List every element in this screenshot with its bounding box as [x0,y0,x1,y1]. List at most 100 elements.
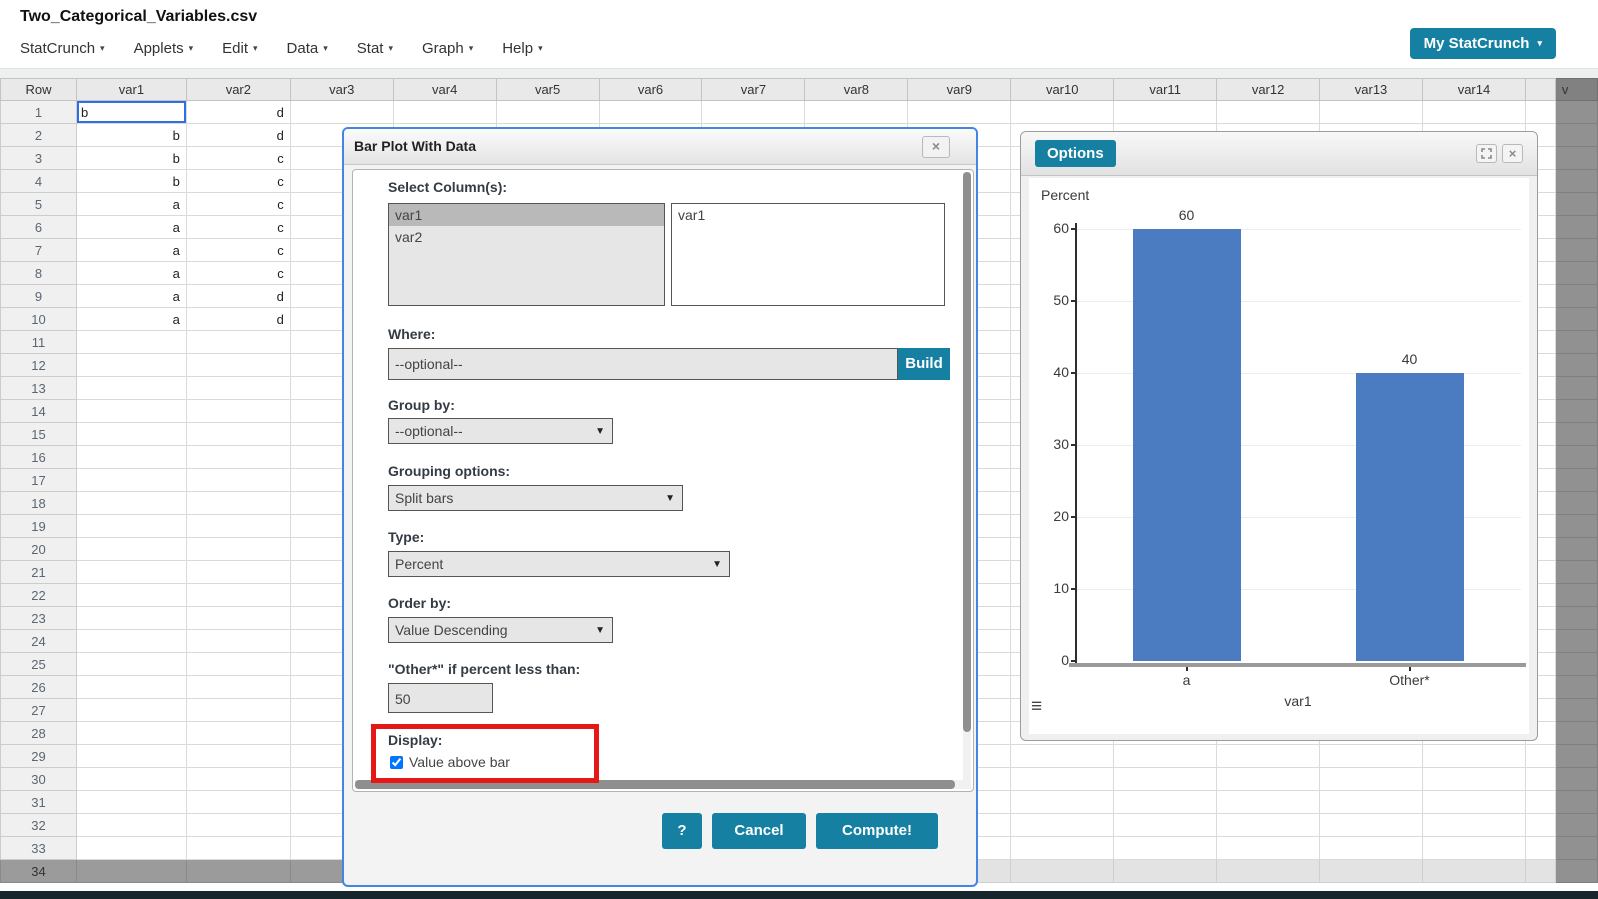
cell[interactable] [1555,607,1597,630]
cell[interactable] [1555,814,1597,837]
cell[interactable] [1555,653,1597,676]
chart-window-titlebar[interactable]: Options × [1021,132,1537,176]
cell[interactable] [76,446,186,469]
cell[interactable] [76,791,186,814]
cell[interactable] [1555,699,1597,722]
cell[interactable] [76,377,186,400]
type-select[interactable]: Percent▼ [388,551,730,577]
cell[interactable]: c [186,262,290,285]
cell[interactable] [186,768,290,791]
column-header-var9[interactable]: var9 [908,79,1011,101]
cell[interactable] [1555,791,1597,814]
cell[interactable] [1555,193,1597,216]
row-number[interactable]: 17 [1,469,77,492]
cell[interactable] [1555,331,1597,354]
row-number[interactable]: 21 [1,561,77,584]
cell[interactable] [1423,860,1526,883]
cell[interactable] [1555,584,1597,607]
cell[interactable] [76,354,186,377]
other-threshold-input[interactable]: 50 [388,683,493,713]
cell[interactable] [599,101,702,124]
row-number[interactable]: 25 [1,653,77,676]
row-number[interactable]: 20 [1,538,77,561]
build-button[interactable]: Build [898,348,950,380]
cell[interactable] [1423,837,1526,860]
cell[interactable] [1555,216,1597,239]
column-header-var13[interactable]: var13 [1320,79,1423,101]
cell[interactable] [186,584,290,607]
cell[interactable]: d [186,101,290,124]
cell[interactable] [1525,814,1555,837]
cell[interactable]: a [76,239,186,262]
cell[interactable] [1217,101,1320,124]
cell[interactable]: b [76,147,186,170]
cell[interactable] [1114,768,1217,791]
cell[interactable] [76,653,186,676]
row-number[interactable]: 4 [1,170,77,193]
row-number[interactable]: 3 [1,147,77,170]
cell[interactable] [1555,377,1597,400]
row-number[interactable]: 23 [1,607,77,630]
cell[interactable] [1011,814,1114,837]
cell[interactable] [290,101,393,124]
group-by-select[interactable]: --optional--▼ [388,418,613,444]
order-by-select[interactable]: Value Descending▼ [388,617,613,643]
cell[interactable]: d [186,285,290,308]
cell[interactable] [1555,745,1597,768]
cell[interactable] [1555,147,1597,170]
cell[interactable] [186,400,290,423]
row-number[interactable]: 9 [1,285,77,308]
cell[interactable] [76,331,186,354]
menu-item-applets[interactable]: Applets▾ [134,40,194,57]
cell[interactable] [186,722,290,745]
cell[interactable] [1114,791,1217,814]
cell[interactable] [1525,860,1555,883]
cell[interactable] [1011,791,1114,814]
row-number[interactable]: 6 [1,216,77,239]
cell[interactable] [1423,101,1526,124]
row-number[interactable]: 34 [1,860,77,883]
row-number[interactable]: 18 [1,492,77,515]
cell[interactable] [1423,791,1526,814]
cell[interactable] [1525,768,1555,791]
cell[interactable] [76,768,186,791]
cell[interactable] [186,377,290,400]
cell[interactable] [1525,791,1555,814]
cell[interactable] [1217,860,1320,883]
row-number[interactable]: 5 [1,193,77,216]
cell[interactable] [76,837,186,860]
cell[interactable] [1320,101,1423,124]
cell[interactable] [1555,354,1597,377]
row-number[interactable]: 26 [1,676,77,699]
cell[interactable] [76,515,186,538]
cell[interactable] [1114,101,1217,124]
cell[interactable] [76,423,186,446]
cell[interactable] [393,101,496,124]
cell[interactable] [186,745,290,768]
cell[interactable] [186,538,290,561]
my-statcrunch-button[interactable]: My StatCrunch▾ [1410,28,1556,59]
column-header-var1[interactable]: var1 [76,79,186,101]
cell[interactable] [1320,814,1423,837]
cell[interactable]: b [76,170,186,193]
row-number[interactable]: 27 [1,699,77,722]
cell[interactable] [1114,745,1217,768]
row-number[interactable]: 19 [1,515,77,538]
cell[interactable] [1555,515,1597,538]
cell[interactable]: a [76,216,186,239]
row-number[interactable]: 8 [1,262,77,285]
column-header-var5[interactable]: var5 [496,79,599,101]
cell[interactable] [76,469,186,492]
cell[interactable] [1011,860,1114,883]
menu-item-graph[interactable]: Graph▾ [422,40,473,57]
options-button[interactable]: Options [1035,140,1116,167]
column-header-var7[interactable]: var7 [702,79,805,101]
close-icon[interactable]: × [1502,144,1523,163]
row-corner-header[interactable]: Row [1,79,77,101]
cell[interactable]: c [186,147,290,170]
cell[interactable] [1114,814,1217,837]
menu-item-data[interactable]: Data▾ [287,40,328,57]
row-number[interactable]: 2 [1,124,77,147]
cell[interactable] [76,584,186,607]
dialog-close-icon[interactable]: × [922,136,950,158]
